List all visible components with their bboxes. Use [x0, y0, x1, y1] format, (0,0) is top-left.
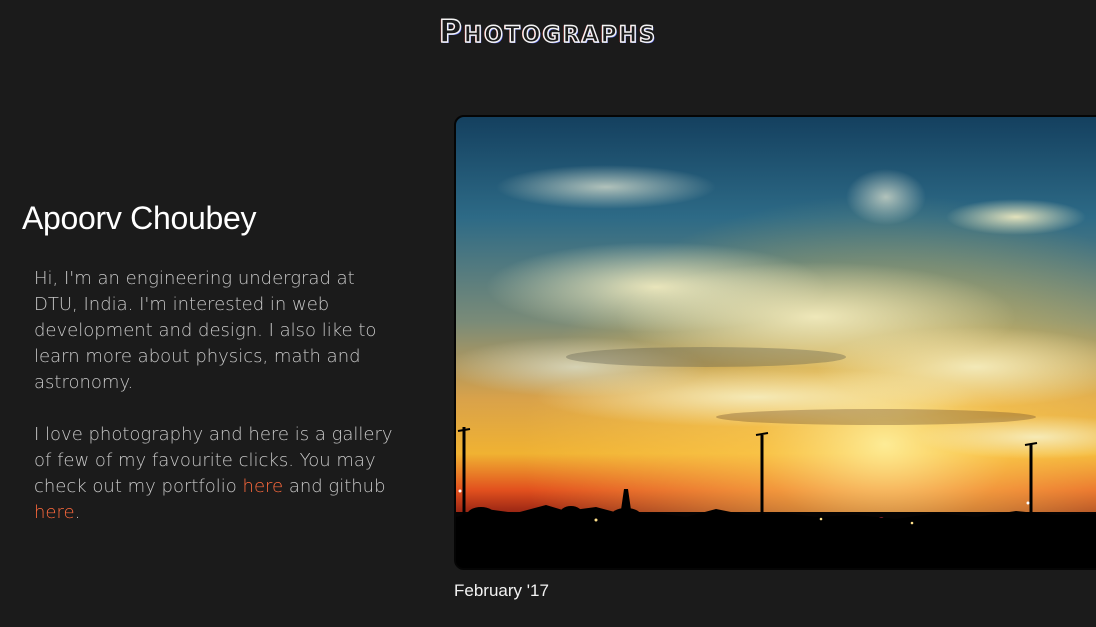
author-name: Apoorv Choubey [22, 200, 257, 236]
sunset-sky-photo [456, 117, 1096, 568]
bio-github-text: and github [288, 476, 386, 497]
gallery-photo[interactable] [454, 115, 1096, 570]
bio-end-punctuation: . [74, 502, 81, 523]
page-title: Photographs [438, 13, 657, 50]
bio-paragraph-gallery: I love photography and here is a gallery… [34, 422, 394, 526]
bio-section: Hi, I'm an engineering undergrad at DTU,… [34, 266, 394, 552]
photo-caption: February '17 [454, 581, 549, 600]
github-link[interactable]: here [34, 502, 75, 523]
portfolio-link[interactable]: here [243, 476, 284, 497]
bio-paragraph-intro: Hi, I'm an engineering undergrad at DTU,… [34, 268, 377, 393]
